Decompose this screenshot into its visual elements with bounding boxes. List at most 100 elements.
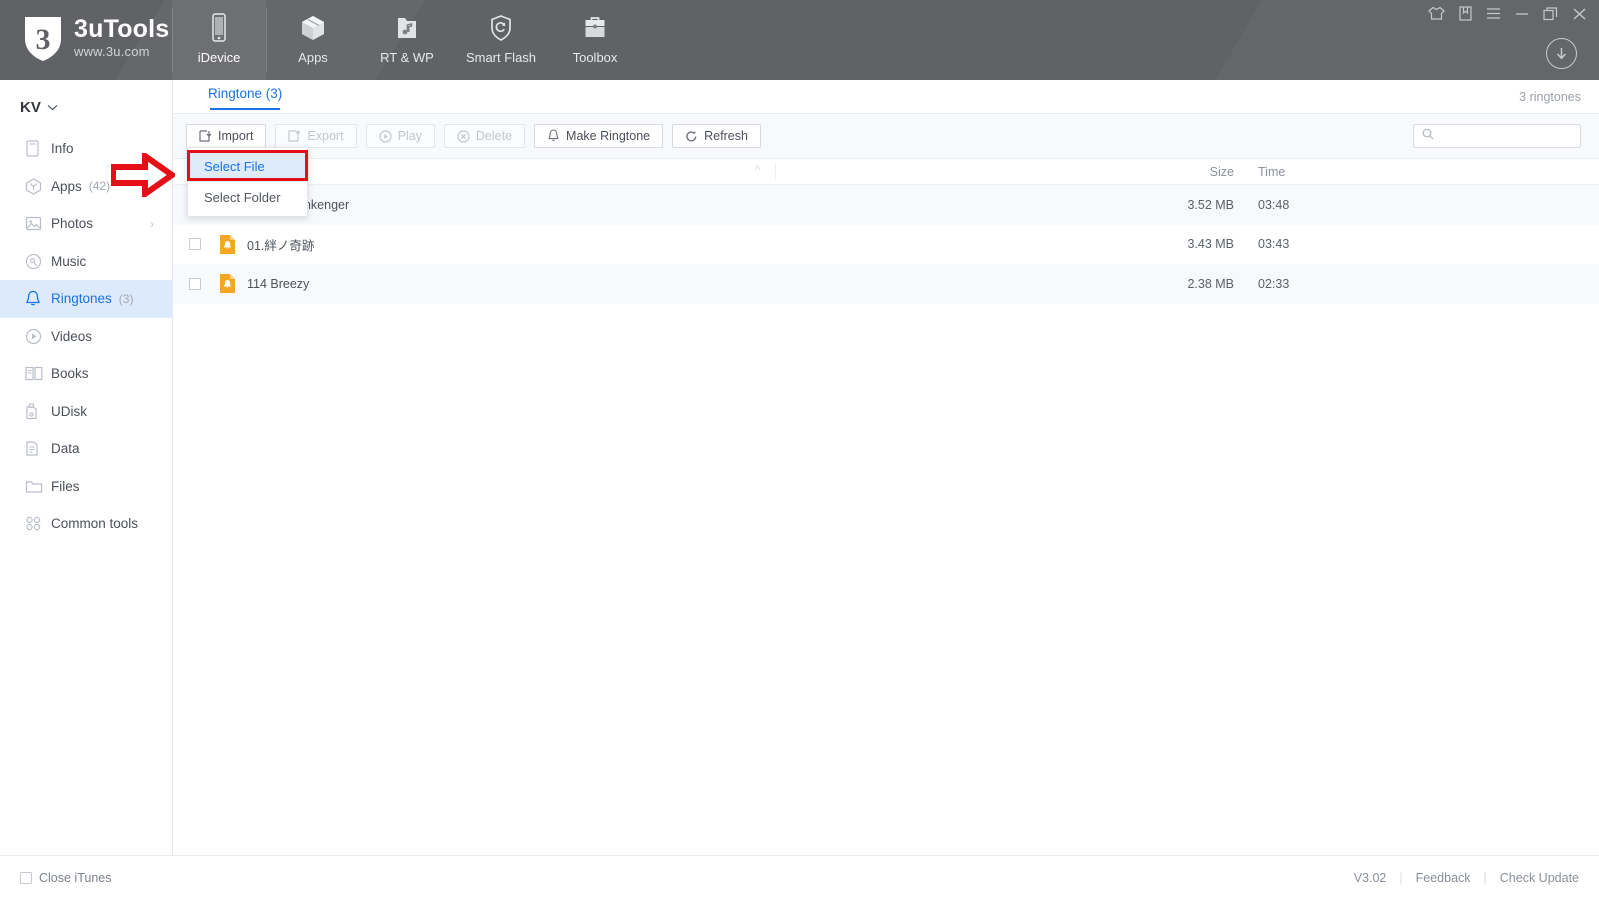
udisk-icon <box>25 403 45 420</box>
sidebar-item-count: (42) <box>88 179 111 194</box>
row-checkbox[interactable] <box>189 238 201 251</box>
notes-icon[interactable] <box>1459 6 1472 21</box>
brand-title: 3uTools <box>74 14 170 43</box>
nav-item-toolbox[interactable]: Toolbox <box>548 0 642 80</box>
action-toolbar: Import Export Play Delete Make Ringtone … <box>173 114 1599 159</box>
row-size: 2.38 MB <box>1187 276 1234 291</box>
sidebar-item-label: Files <box>51 478 80 494</box>
minimize-icon[interactable] <box>1515 7 1529 20</box>
music-folder-icon <box>394 11 420 45</box>
column-divider <box>775 163 776 179</box>
make-ringtone-button[interactable]: Make Ringtone <box>534 124 664 148</box>
sidebar-item-books[interactable]: Books <box>0 355 172 393</box>
nav-item-smart-flash[interactable]: Smart Flash <box>454 0 548 80</box>
import-button[interactable]: Import <box>186 124 267 148</box>
cube-icon <box>299 11 327 45</box>
check-update-link[interactable]: Check Update <box>1500 871 1579 885</box>
data-icon <box>25 440 45 457</box>
feedback-link[interactable]: Feedback <box>1416 871 1471 885</box>
device-info-icon <box>25 140 45 157</box>
separator: | <box>1399 871 1403 885</box>
apps-icon <box>25 178 45 195</box>
folder-icon <box>25 479 45 494</box>
sidebar-item-common-tools[interactable]: Common tools <box>0 505 172 543</box>
music-icon <box>25 253 45 270</box>
sidebar-item-label: Info <box>51 141 74 157</box>
make-ringtone-label: Make Ringtone <box>566 129 651 143</box>
sidebar: KV Info Apps (42) Photos › Music Rington… <box>0 80 173 855</box>
account-selector[interactable]: KV <box>0 80 172 130</box>
row-time: 02:33 <box>1258 276 1290 291</box>
tab-bar: Ringtone (3) 3 ringtones <box>173 80 1599 114</box>
nav-item-label: Toolbox <box>572 50 618 65</box>
play-button: Play <box>365 124 435 148</box>
svg-text:3: 3 <box>36 23 51 56</box>
menu-item-select-file[interactable]: Select File <box>188 151 307 182</box>
search-box[interactable] <box>1413 124 1581 148</box>
column-header-size[interactable]: Size <box>1176 165 1234 179</box>
sidebar-item-label: UDisk <box>51 403 87 419</box>
sidebar-item-files[interactable]: Files <box>0 468 172 506</box>
sidebar-item-udisk[interactable]: UDisk <box>0 393 172 431</box>
window-controls <box>1428 6 1587 21</box>
nav-item-rt-wp[interactable]: RT & WP <box>360 0 454 80</box>
shield-flash-icon <box>489 11 513 45</box>
nav-item-apps[interactable]: Apps <box>266 0 360 80</box>
row-checkbox[interactable] <box>189 277 201 290</box>
nav-item-label: iDevice <box>197 50 241 65</box>
sidebar-item-label: Common tools <box>51 516 139 532</box>
delete-label: Delete <box>475 129 513 143</box>
sort-ascending-icon[interactable]: ^ <box>755 164 760 176</box>
menu-icon[interactable] <box>1486 7 1501 20</box>
sidebar-item-music[interactable]: Music <box>0 243 172 281</box>
refresh-icon <box>685 130 698 143</box>
account-name: KV <box>20 98 41 116</box>
export-button: Export <box>275 124 357 148</box>
sidebar-item-info[interactable]: Info <box>0 130 172 168</box>
video-icon <box>25 328 45 345</box>
search-input[interactable] <box>1440 129 1572 143</box>
maximize-icon[interactable] <box>1543 6 1558 21</box>
application-window: 3 3uTools www.3u.com iDevice Apps RT & W… <box>0 0 1599 900</box>
sidebar-item-videos[interactable]: Videos <box>0 318 172 356</box>
table-row[interactable]: 114 Breezy 2.38 MB 02:33 <box>173 264 1599 304</box>
skin-icon[interactable] <box>1428 6 1445 21</box>
table-row[interactable]: Sentai Shinkenger 3.52 MB 03:48 <box>173 185 1599 225</box>
play-icon <box>378 129 392 143</box>
shield-logo-icon: 3 <box>22 13 64 63</box>
menu-item-select-folder[interactable]: Select Folder <box>188 182 307 213</box>
row-size: 3.43 MB <box>1187 237 1234 252</box>
refresh-label: Refresh <box>704 129 748 143</box>
export-label: Export <box>307 129 344 143</box>
tab-ringtone[interactable]: Ringtone (3) <box>208 86 282 110</box>
sidebar-item-data[interactable]: Data <box>0 430 172 468</box>
bell-icon <box>25 290 45 307</box>
content-area: Ringtone (3) 3 ringtones Import Export P… <box>110 80 1599 855</box>
download-arrow-icon[interactable] <box>1546 38 1577 69</box>
ringtone-count-label: 3 ringtones <box>1519 90 1581 104</box>
ringtone-file-icon <box>218 273 237 297</box>
brand-url: www.3u.com <box>74 43 150 59</box>
delete-button: Delete <box>443 124 526 148</box>
sidebar-item-photos[interactable]: Photos › <box>0 205 172 243</box>
row-name: 114 Breezy <box>247 276 310 291</box>
books-icon <box>25 366 45 381</box>
sidebar-item-label: Apps <box>51 178 82 194</box>
import-dropdown-menu: Select File Select Folder <box>187 147 308 217</box>
chevron-down-icon <box>47 98 58 116</box>
sidebar-item-apps[interactable]: Apps (42) <box>0 168 172 206</box>
brand-logo[interactable]: 3 3uTools www.3u.com <box>22 13 169 63</box>
import-icon <box>199 129 212 143</box>
column-header-time[interactable]: Time <box>1258 165 1285 179</box>
checkbox-box[interactable] <box>20 872 32 884</box>
close-icon[interactable] <box>1572 7 1587 21</box>
common-tools-icon <box>25 516 45 531</box>
nav-item-idevice[interactable]: iDevice <box>172 0 266 80</box>
sidebar-item-ringtones[interactable]: Ringtones (3) <box>0 280 172 318</box>
sidebar-item-label: Videos <box>51 328 93 344</box>
close-itunes-checkbox[interactable]: Close iTunes <box>20 871 112 885</box>
sidebar-item-label: Data <box>51 441 80 457</box>
search-icon <box>1422 127 1434 145</box>
refresh-button[interactable]: Refresh <box>672 124 761 148</box>
table-row[interactable]: 01.絆ノ奇跡 3.43 MB 03:43 <box>173 225 1599 265</box>
